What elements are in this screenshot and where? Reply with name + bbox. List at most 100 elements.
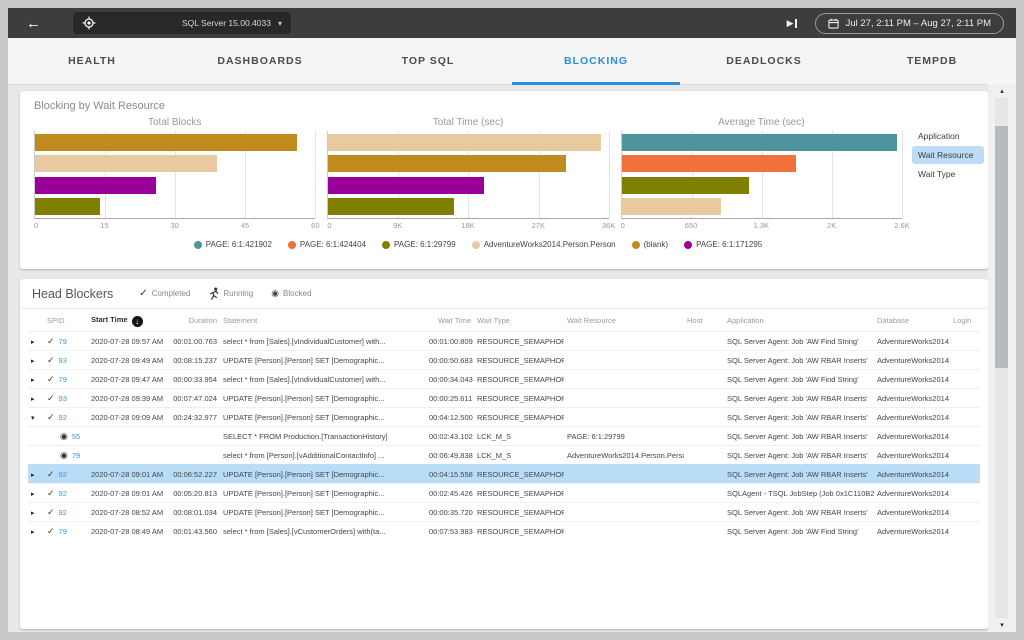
- scrollbar-track[interactable]: [995, 98, 1008, 618]
- duration-cell: 00:06:52.227: [168, 465, 220, 484]
- column-header-spid[interactable]: SPID: [44, 310, 88, 332]
- column-header-start-time[interactable]: Start Time↓: [88, 310, 168, 332]
- collapse-icon[interactable]: ▾: [31, 415, 35, 422]
- database-cell: AdventureWorks2014: [874, 408, 950, 427]
- column-header-duration[interactable]: Duration: [168, 310, 220, 332]
- filter-application[interactable]: Application: [912, 127, 984, 145]
- axis-tick-label: 9K: [393, 221, 402, 230]
- column-header-host[interactable]: Host: [684, 310, 724, 332]
- spid-link[interactable]: 92: [59, 413, 67, 422]
- statement-cell: UPDATE [Person].[Person] SET [Demographi…: [220, 389, 426, 408]
- expand-icon[interactable]: ▸: [31, 396, 35, 403]
- expand-icon[interactable]: ▸: [31, 377, 35, 384]
- table-row[interactable]: ▸✓922020-07-28 09:01 AM00:06:52.227UPDAT…: [28, 465, 980, 484]
- column-header-wait-type[interactable]: Wait Type: [474, 310, 564, 332]
- expand-icon[interactable]: ▸: [31, 491, 35, 498]
- table-row[interactable]: ▸✓792020-07-28 09:57 AM00:01:00.763selec…: [28, 332, 980, 351]
- start-time-cell: 2020-07-28 09:47 AM: [88, 370, 168, 389]
- login-cell: [950, 484, 980, 503]
- status-legend-label: Blocked: [283, 289, 311, 298]
- host-cell: [684, 465, 724, 484]
- scroll-down-icon[interactable]: ▾: [1000, 621, 1004, 629]
- completed-icon: ✓: [139, 289, 147, 299]
- column-header-wait-time[interactable]: Wait Time: [426, 310, 474, 332]
- tab-health[interactable]: HEALTH: [8, 38, 176, 84]
- table-row[interactable]: ▸✓792020-07-28 08:49 AM00:01:43.560selec…: [28, 522, 980, 541]
- spid-link[interactable]: 93: [59, 394, 67, 403]
- start-time-cell: [88, 427, 168, 446]
- chevron-down-icon: ▾: [278, 19, 282, 28]
- application-cell: SQL Server Agent: Job 'AW Find String': [724, 332, 874, 351]
- duration-cell: 00:08:01.034: [168, 503, 220, 522]
- tab-top-sql[interactable]: TOP SQL: [344, 38, 512, 84]
- date-range-button[interactable]: Jul 27, 2:11 PM – Aug 27, 2:11 PM: [815, 13, 1004, 34]
- table-row[interactable]: ◉55SELECT * FROM Production.[Transaction…: [28, 427, 980, 446]
- skip-to-end-button[interactable]: ▶: [787, 18, 797, 29]
- login-cell: [950, 351, 980, 370]
- expand-icon[interactable]: ▸: [31, 472, 35, 479]
- table-row[interactable]: ◉79select * from [Person].[vAdditionalCo…: [28, 446, 980, 465]
- table-row[interactable]: ▸✓922020-07-28 09:01 AM00:05:20.813UPDAT…: [28, 484, 980, 503]
- spid-link[interactable]: 92: [59, 470, 67, 479]
- completed-icon: ✓: [47, 374, 55, 384]
- table-row[interactable]: ▸✓932020-07-28 09:39 AM00:07:47.024UPDAT…: [28, 389, 980, 408]
- server-selector[interactable]: SQL Server 15.00.4033 ▾: [73, 12, 291, 34]
- spid-link[interactable]: 79: [72, 451, 80, 460]
- spid-link[interactable]: 55: [72, 432, 80, 441]
- tab-deadlocks[interactable]: DEADLOCKS: [680, 38, 848, 84]
- status-wrap: ✓79: [47, 337, 67, 346]
- filter-wait-resource[interactable]: Wait Resource: [912, 146, 984, 164]
- running-icon: [208, 287, 219, 300]
- calendar-icon: [828, 18, 839, 29]
- column-header-statement[interactable]: Statement: [220, 310, 426, 332]
- filter-wait-type[interactable]: Wait Type: [912, 165, 984, 183]
- spid-link[interactable]: 93: [59, 356, 67, 365]
- legend-item[interactable]: PAGE: 6:1:424404: [288, 240, 366, 249]
- spid-link[interactable]: 92: [59, 489, 67, 498]
- tab-tempdb[interactable]: TEMPDB: [848, 38, 1016, 84]
- expand-icon[interactable]: ▸: [31, 358, 35, 365]
- table-row[interactable]: ▾✓922020-07-28 09:09 AM00:24:32.977UPDAT…: [28, 408, 980, 427]
- column-header-database[interactable]: Database: [874, 310, 950, 332]
- scrollbar[interactable]: ▴ ▾: [988, 84, 1016, 632]
- status-wrap: ◉55: [47, 431, 80, 442]
- table-row[interactable]: ▸✓922020-07-28 08:52 AM00:08:01.034UPDAT…: [28, 503, 980, 522]
- spid-link[interactable]: 79: [59, 527, 67, 536]
- bar-adventureworks2014-person-person: [35, 155, 217, 172]
- expand-icon[interactable]: ▸: [31, 510, 35, 517]
- legend-item[interactable]: PAGE: 6:1:29799: [382, 240, 456, 249]
- tab-dashboards[interactable]: DASHBOARDS: [176, 38, 344, 84]
- legend-item[interactable]: PAGE: 6:1:421902: [194, 240, 272, 249]
- legend-item[interactable]: AdventureWorks2014.Person.Person: [472, 240, 616, 249]
- table-row[interactable]: ▸✓932020-07-28 09:49 AM00:08:15.237UPDAT…: [28, 351, 980, 370]
- tab-blocking[interactable]: BLOCKING: [512, 38, 680, 84]
- column-header-login[interactable]: Login: [950, 310, 980, 332]
- spid-link[interactable]: 92: [59, 508, 67, 517]
- wait-type-cell: RESOURCE_SEMAPHORE: [474, 351, 564, 370]
- legend-dot: [288, 241, 296, 249]
- legend-item[interactable]: PAGE: 6:1:171295: [684, 240, 762, 249]
- sort-desc-icon: ↓: [132, 316, 143, 327]
- back-icon[interactable]: ←: [26, 16, 41, 31]
- legend-item[interactable]: (blank): [632, 240, 668, 249]
- database-cell: AdventureWorks2014: [874, 446, 950, 465]
- expand-icon[interactable]: ▸: [31, 339, 35, 346]
- spid-link[interactable]: 79: [59, 337, 67, 346]
- duration-cell: [168, 446, 220, 465]
- status-wrap: ✓93: [47, 356, 67, 365]
- expand-icon[interactable]: ▸: [31, 529, 35, 536]
- expand-cell: ▸: [28, 351, 44, 370]
- spid-link[interactable]: 79: [59, 375, 67, 384]
- host-cell: [684, 522, 724, 541]
- column-header-wait-resource[interactable]: Wait Resource: [564, 310, 684, 332]
- application-cell: SQL Server Agent: Job 'AW RBAR Inserts': [724, 503, 874, 522]
- duration-cell: 00:01:00.763: [168, 332, 220, 351]
- wait-time-cell: 00:00:35.720: [426, 503, 474, 522]
- table-row[interactable]: ▸✓792020-07-28 09:47 AM00:00:33.954selec…: [28, 370, 980, 389]
- column-header-application[interactable]: Application: [724, 310, 874, 332]
- scroll-up-icon[interactable]: ▴: [1000, 87, 1004, 95]
- top-bar: ← SQL Server 15.00.4033 ▾ ▶ Jul 27, 2:11…: [8, 8, 1016, 38]
- tab-strip: HEALTHDASHBOARDSTOP SQLBLOCKINGDEADLOCKS…: [8, 38, 1016, 85]
- scrollbar-thumb[interactable]: [995, 126, 1008, 368]
- database-cell: AdventureWorks2014: [874, 484, 950, 503]
